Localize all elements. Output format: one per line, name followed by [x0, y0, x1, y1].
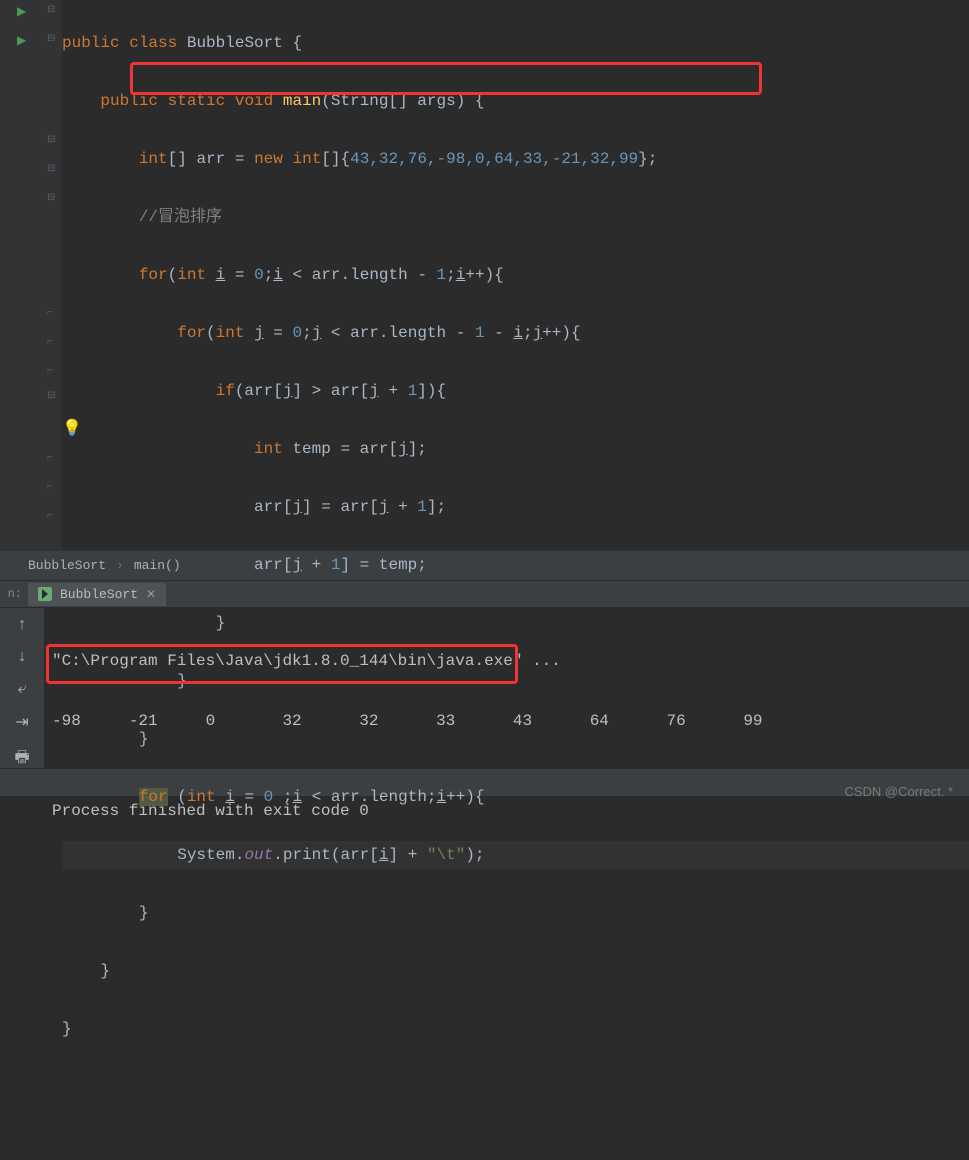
fold-icon[interactable]: ⊟: [47, 390, 55, 402]
fold-icon[interactable]: ⊟: [47, 33, 55, 45]
run-label: n:: [0, 587, 28, 601]
brace-end-icon: ⌐: [47, 337, 53, 348]
application-icon: [38, 587, 52, 601]
brace-end-icon: ⌐: [47, 511, 53, 522]
brace-end-icon: ⌐: [47, 482, 53, 493]
run-class-icon[interactable]: ▶: [17, 4, 26, 19]
gutter: ▶ ▶: [0, 0, 44, 550]
run-main-icon[interactable]: ▶: [17, 33, 26, 48]
brace-end-icon: ⌐: [47, 453, 53, 464]
code-area[interactable]: public class BubbleSort { public static …: [62, 0, 969, 550]
soft-wrap-icon[interactable]: ⤶: [18, 680, 27, 698]
fold-column: ⊟ ⊟ ⊟ ⊟ ⊟ ⌐ ⌐ ⌐ ⊟ ⌐ ⌐ ⌐: [44, 0, 62, 550]
fold-icon[interactable]: ⊟: [47, 163, 55, 175]
console-toolbar: ↑ ↓ ⤶ ⇥ 🖶: [0, 608, 44, 768]
intention-bulb-icon[interactable]: 💡: [62, 418, 82, 438]
fold-icon[interactable]: ⊟: [47, 192, 55, 204]
scroll-down-icon[interactable]: ↓: [17, 648, 27, 666]
fold-icon[interactable]: ⊟: [47, 4, 55, 16]
print-icon[interactable]: 🖶: [14, 746, 29, 773]
fold-icon[interactable]: ⊟: [47, 134, 55, 146]
watermark: CSDN @Correct. *: [844, 784, 953, 799]
brace-end-icon: ⌐: [47, 366, 53, 377]
scroll-up-icon[interactable]: ↑: [17, 616, 27, 634]
code-editor[interactable]: ▶ ▶ ⊟ ⊟ ⊟ ⊟ ⊟ ⌐ ⌐ ⌐ ⊟ ⌐ ⌐ ⌐ 💡 public cla…: [0, 0, 969, 550]
scroll-to-end-icon[interactable]: ⇥: [15, 712, 28, 732]
brace-end-icon: ⌐: [47, 308, 53, 319]
